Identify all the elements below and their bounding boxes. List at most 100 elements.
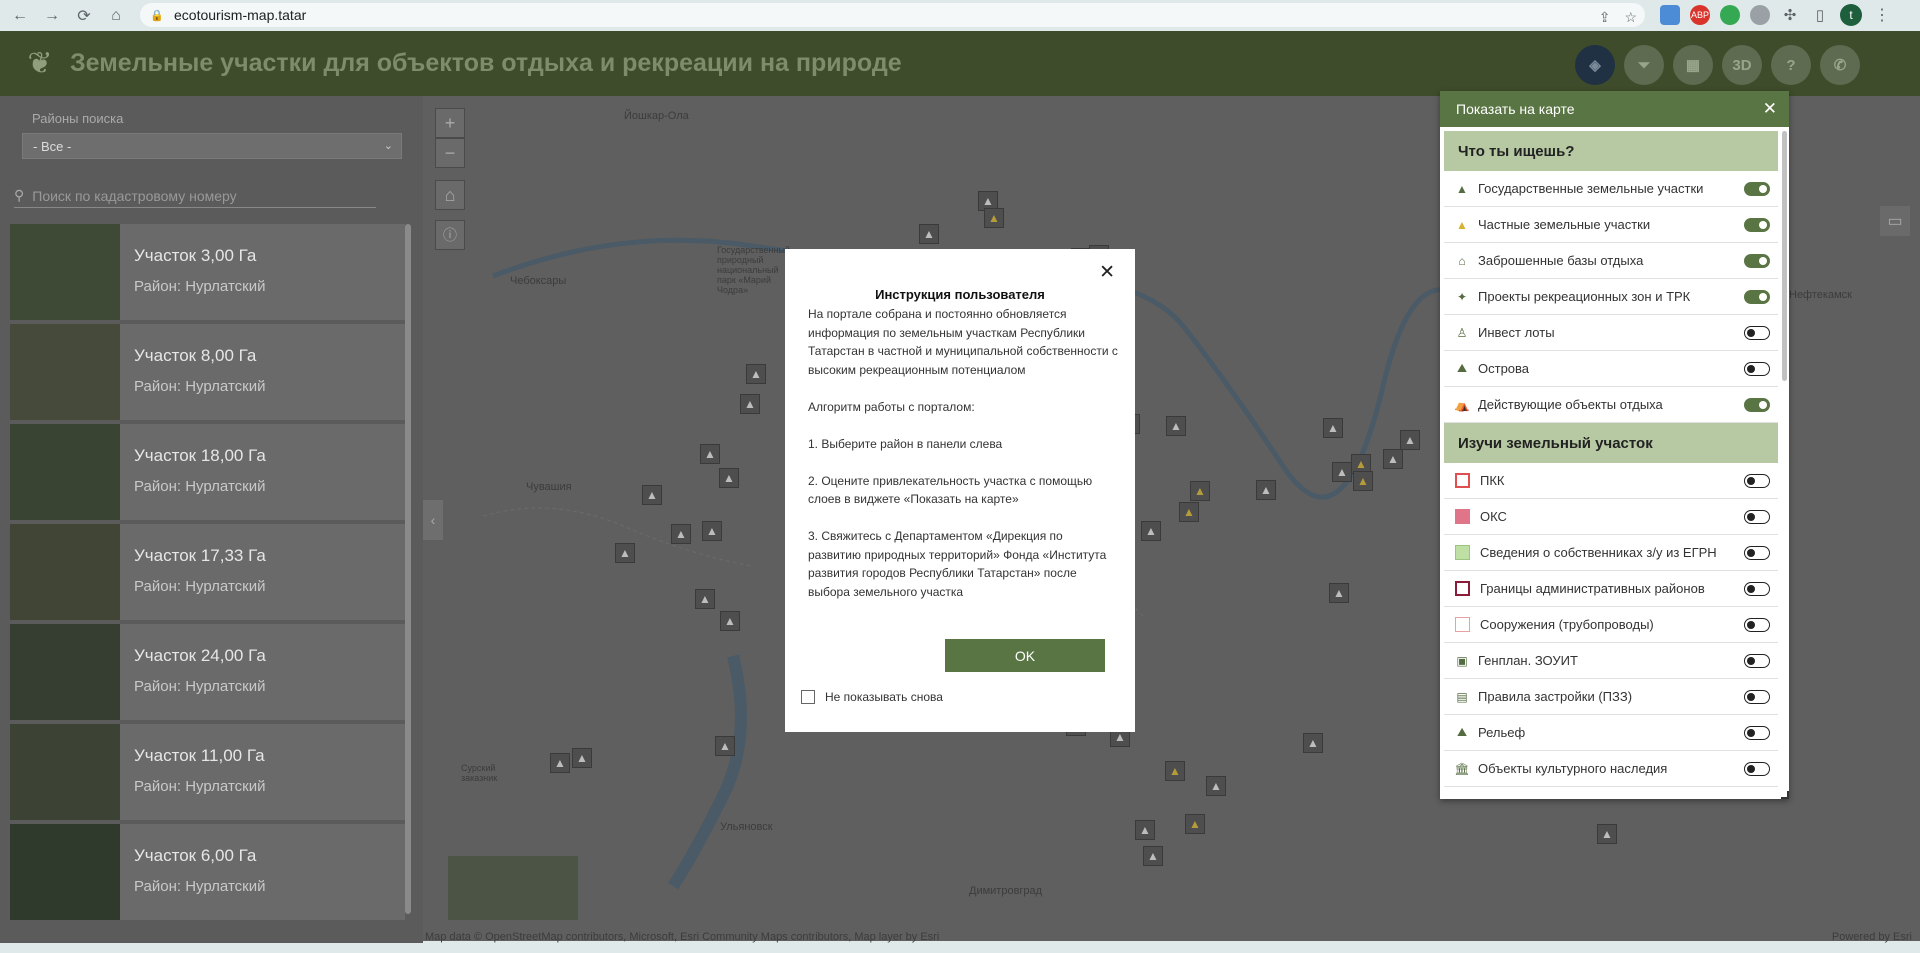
sidepanel-icon[interactable]: ▯	[1810, 5, 1830, 25]
land-plot-marker[interactable]: ▲	[671, 524, 691, 544]
land-plot-marker[interactable]: ▲	[1400, 430, 1420, 450]
land-plot-marker[interactable]: ▲	[1256, 480, 1276, 500]
cadastral-search-input[interactable]: ⚲ Поиск по кадастровому номеру	[14, 184, 376, 208]
layer-toggle[interactable]	[1744, 254, 1770, 268]
land-plot-marker[interactable]: ▲	[919, 224, 939, 244]
layer-toggle[interactable]	[1744, 398, 1770, 412]
layer-row[interactable]: ⛺ Действующие объекты отдыха	[1444, 387, 1778, 423]
layer-row[interactable]: Сведения о собственниках з/у из ЕГРН	[1444, 535, 1778, 571]
layers-button[interactable]: ◈	[1575, 45, 1615, 85]
layer-toggle[interactable]	[1744, 362, 1770, 376]
land-plot-marker[interactable]: ▲	[1597, 824, 1617, 844]
list-item[interactable]: Участок 11,00 Га Район: Нурлатский	[10, 724, 405, 820]
table-button[interactable]: ▦	[1673, 45, 1713, 85]
layer-row[interactable]: ⛰ Рельеф	[1444, 715, 1778, 751]
layer-toggle[interactable]	[1744, 290, 1770, 304]
land-plot-marker[interactable]: ▲	[642, 485, 662, 505]
private-plot-marker[interactable]: ▲	[1179, 502, 1199, 522]
globe-icon[interactable]	[1750, 5, 1770, 25]
list-item[interactable]: Участок 24,00 Га Район: Нурлатский	[10, 624, 405, 720]
reload-icon[interactable]: ⟳	[72, 4, 96, 28]
layer-toggle[interactable]	[1744, 474, 1770, 488]
layer-row[interactable]: ОКС	[1444, 499, 1778, 535]
forward-icon[interactable]: →	[40, 4, 64, 28]
land-plot-marker[interactable]: ▲	[1332, 462, 1352, 482]
layer-toggle[interactable]	[1744, 218, 1770, 232]
overview-minimap[interactable]	[448, 856, 578, 920]
layer-toggle[interactable]	[1744, 546, 1770, 560]
layer-toggle[interactable]	[1744, 582, 1770, 596]
land-plot-marker[interactable]: ▲	[572, 748, 592, 768]
layer-row[interactable]: ▣ Генплан. ЗОУИТ	[1444, 643, 1778, 679]
layer-row[interactable]: ▲ Государственные земельные участки	[1444, 171, 1778, 207]
layer-toggle[interactable]	[1744, 726, 1770, 740]
layer-toggle[interactable]	[1744, 510, 1770, 524]
layer-row[interactable]: Сооружения (трубопроводы)	[1444, 607, 1778, 643]
land-plot-marker[interactable]: ▲	[715, 736, 735, 756]
layer-row[interactable]: ⛰ Острова	[1444, 351, 1778, 387]
home-icon[interactable]: ⌂	[104, 4, 128, 28]
3d-button[interactable]: 3D	[1722, 45, 1762, 85]
collapse-sidebar-button[interactable]: ‹	[423, 500, 443, 540]
layer-row[interactable]: 🏛 Объекты культурного наследия	[1444, 751, 1778, 787]
zoom-out-button[interactable]: −	[435, 138, 465, 168]
layer-toggle[interactable]	[1744, 182, 1770, 196]
layer-row[interactable]: ПКК	[1444, 463, 1778, 499]
private-plot-marker[interactable]: ▲	[984, 208, 1004, 228]
layer-row[interactable]: ▤ Правила застройки (ПЗЗ)	[1444, 679, 1778, 715]
land-plot-marker[interactable]: ▲	[746, 364, 766, 384]
list-item[interactable]: Участок 8,00 Га Район: Нурлатский	[10, 324, 405, 420]
land-plot-marker[interactable]: ▲	[700, 444, 720, 464]
layer-toggle[interactable]	[1744, 690, 1770, 704]
land-plot-marker[interactable]: ▲	[1206, 776, 1226, 796]
home-extent-button[interactable]: ⌂	[435, 180, 465, 210]
back-icon[interactable]: ←	[8, 4, 32, 28]
ok-button[interactable]: OK	[945, 639, 1105, 672]
layer-toggle[interactable]	[1744, 618, 1770, 632]
list-item[interactable]: Участок 17,33 Га Район: Нурлатский	[10, 524, 405, 620]
measure-tool-button[interactable]: ▭	[1880, 206, 1910, 236]
land-plot-marker[interactable]: ▲	[1166, 416, 1186, 436]
profile-avatar[interactable]: t	[1840, 4, 1862, 26]
powered-by-esri[interactable]: Powered by Esri	[1832, 931, 1912, 943]
layer-row[interactable]: ⌂ Заброшенные базы отдыха	[1444, 243, 1778, 279]
private-plot-marker[interactable]: ▲	[1165, 761, 1185, 781]
sidebar-scrollbar[interactable]	[405, 224, 411, 914]
share-icon[interactable]: ⇪	[1599, 9, 1611, 26]
list-item[interactable]: Участок 18,00 Га Район: Нурлатский	[10, 424, 405, 520]
info-button[interactable]: ⓘ	[435, 220, 465, 250]
layer-row[interactable]: Границы административных районов	[1444, 571, 1778, 607]
layer-toggle[interactable]	[1744, 326, 1770, 340]
menu-icon[interactable]: ⋮	[1872, 5, 1892, 25]
filter-button[interactable]: ⏷	[1624, 45, 1664, 85]
zoom-in-button[interactable]: +	[435, 108, 465, 138]
private-plot-marker[interactable]: ▲	[1353, 471, 1373, 491]
dont-show-checkbox[interactable]	[801, 690, 815, 704]
extension-icon[interactable]	[1660, 5, 1680, 25]
district-select[interactable]: - Все - ⌄	[22, 133, 402, 159]
resize-handle[interactable]	[1781, 791, 1789, 799]
private-plot-marker[interactable]: ▲	[1190, 481, 1210, 501]
land-plot-marker[interactable]: ▲	[550, 753, 570, 773]
land-plot-marker[interactable]: ▲	[1135, 820, 1155, 840]
dont-show-again[interactable]: Не показывать снова	[801, 690, 943, 704]
layer-toggle[interactable]	[1744, 654, 1770, 668]
adblock-icon[interactable]: ABP	[1690, 5, 1710, 25]
land-plot-marker[interactable]: ▲	[1383, 449, 1403, 469]
land-plot-marker[interactable]: ▲	[1303, 733, 1323, 753]
layer-row[interactable]: ♙ Инвест лоты	[1444, 315, 1778, 351]
close-icon[interactable]: ✕	[1099, 261, 1115, 284]
help-button[interactable]: ?	[1771, 45, 1811, 85]
layer-row[interactable]: ✦ Проекты рекреационных зон и ТРК	[1444, 279, 1778, 315]
layer-row[interactable]: ▲ Частные земельные участки	[1444, 207, 1778, 243]
close-icon[interactable]: ✕	[1763, 99, 1777, 119]
layers-panel-scrollbar[interactable]	[1782, 131, 1787, 381]
land-plot-marker[interactable]: ▲	[1141, 521, 1161, 541]
extension-icon[interactable]	[1720, 5, 1740, 25]
phone-button[interactable]: ✆	[1820, 45, 1860, 85]
land-plot-marker[interactable]: ▲	[702, 521, 722, 541]
land-plot-marker[interactable]: ▲	[1323, 418, 1343, 438]
bookmark-star-icon[interactable]: ☆	[1624, 9, 1637, 26]
address-bar[interactable]: 🔒 ecotourism-map.tatar ⇪ ☆	[140, 3, 1645, 27]
layer-toggle[interactable]	[1744, 762, 1770, 776]
